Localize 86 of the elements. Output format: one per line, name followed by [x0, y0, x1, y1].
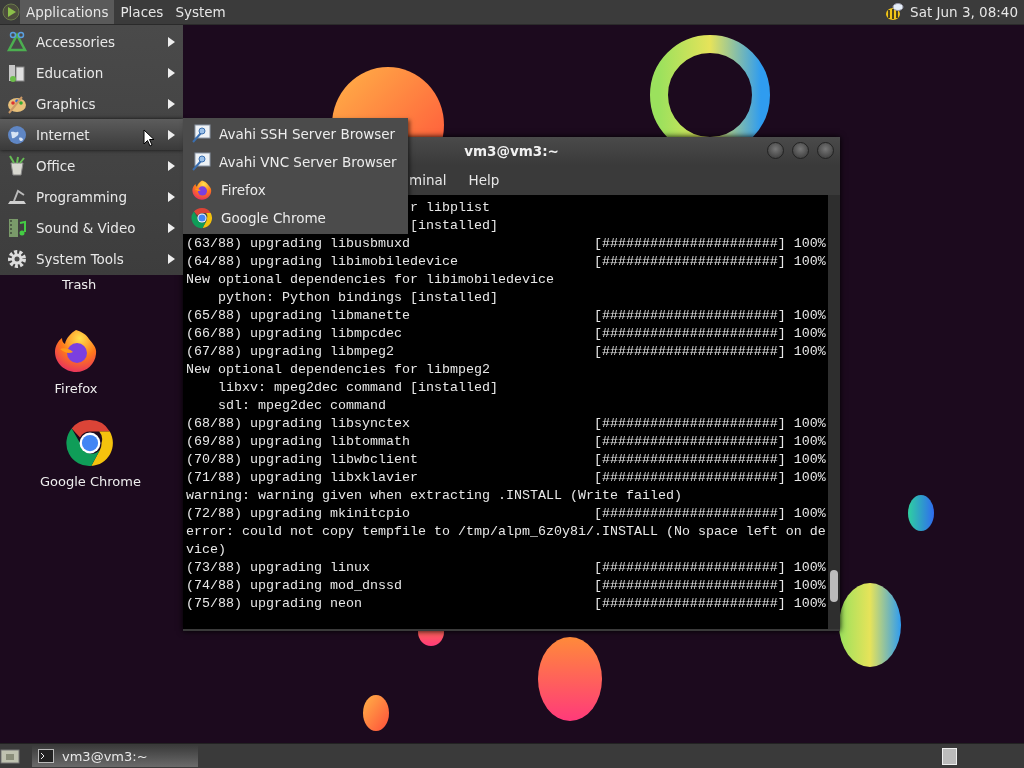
firefox-icon — [191, 179, 213, 201]
panel-menu[interactable]: Applications — [20, 0, 115, 24]
globe-icon — [6, 123, 28, 146]
menu-item[interactable]: Internet — [0, 119, 183, 150]
terminal-text: (68/88) upgrading libsynctex — [186, 415, 411, 433]
terminal-text: python: Python bindings [installed] — [217, 289, 498, 307]
terminal-text: libxv: mpeg2dec command [installed] — [217, 379, 498, 397]
terminal-text: (73/88) upgrading linux — [186, 559, 371, 577]
terminal-icon — [38, 749, 54, 763]
terminal-text: r libplist — [409, 199, 490, 217]
window-button[interactable] — [767, 142, 784, 159]
taskbar-button[interactable]: vm3@vm3:~ — [32, 745, 198, 767]
tools-icon — [6, 30, 28, 53]
submenu-arrow-icon — [168, 98, 175, 109]
submenu-arrow-icon — [168, 191, 175, 202]
progress-text: [######################] 100% — [593, 325, 826, 343]
terminal-text: (63/88) upgrading libusbmuxd — [186, 235, 411, 253]
menu-item[interactable]: Education — [0, 57, 183, 88]
progress-text: [######################] 100% — [593, 253, 826, 271]
terminal-text: (65/88) upgrading libmanette — [186, 307, 411, 325]
terminal-text: (64/88) upgrading libimobiledevice — [186, 253, 459, 271]
window-button[interactable] — [792, 142, 809, 159]
mouse-pointer-icon — [143, 129, 155, 147]
terminal-text: (69/88) upgrading libtommath — [186, 433, 411, 451]
progress-text: [######################] 100% — [593, 595, 826, 613]
show-desktop-icon[interactable] — [0, 747, 20, 765]
submenu-arrow-icon — [168, 160, 175, 171]
progress-text: [######################] 100% — [593, 505, 826, 523]
terminal-text: New optional dependencies for libmpeg2 — [186, 361, 490, 379]
terminal-text: sdl: mpeg2dec command — [217, 397, 386, 415]
terminal-text: error: could not copy tempfile to /tmp/alpm_6z0y8i/.INSTALL (No space left on device) — [186, 523, 826, 559]
panel-menu[interactable]: System — [169, 0, 232, 24]
terminal-text: (72/88) upgrading mkinitcpio — [186, 505, 411, 523]
progress-text: [######################] 100% — [593, 451, 826, 469]
menu-item[interactable]: System Tools — [0, 243, 183, 274]
menu-item[interactable]: Firefox — [183, 176, 408, 204]
submenu-arrow-icon — [168, 129, 175, 140]
terminal-text: (71/88) upgrading libxklavier — [186, 469, 419, 487]
terminal-text: New optional dependencies for libimobiledevice — [186, 271, 554, 289]
progress-text: [######################] 100% — [593, 415, 826, 433]
terminal-text: (74/88) upgrading mod_dnssd — [186, 577, 403, 595]
terminal-menu[interactable]: Help — [468, 172, 500, 188]
terminal-text: (66/88) upgrading libmpcdec — [186, 325, 403, 343]
workspace-switcher[interactable] — [942, 747, 957, 765]
terminal-text: (67/88) upgrading libmpeg2 — [186, 343, 395, 361]
screen-icon — [191, 124, 211, 144]
window-button[interactable] — [817, 142, 834, 159]
menu-item[interactable]: Avahi SSH Server Browser — [183, 120, 408, 148]
menu-item[interactable]: Programming — [0, 181, 183, 212]
menu-item[interactable]: Sound & Video — [0, 212, 183, 243]
window-title: vm3@vm3:~ — [464, 143, 559, 159]
submenu-arrow-icon — [168, 253, 175, 264]
gear-icon — [6, 247, 28, 270]
submenu-arrow-icon — [168, 222, 175, 233]
desktop-icon-label[interactable]: Google Chrome — [40, 474, 141, 489]
cup-icon — [6, 154, 28, 177]
terminal-text: [installed] — [409, 217, 498, 235]
progress-text: [######################] 100% — [593, 235, 826, 253]
clock[interactable]: Sat Jun 3, 08:40 — [906, 4, 1024, 20]
progress-text: [######################] 100% — [593, 577, 826, 595]
submenu-arrow-icon — [168, 36, 175, 47]
panel-menu[interactable]: Places — [114, 0, 170, 24]
menu-item[interactable]: Google Chrome — [183, 204, 408, 232]
submenu-arrow-icon — [168, 67, 175, 78]
progress-text: [######################] 100% — [593, 469, 826, 487]
desktop-icon-label[interactable]: Trash — [62, 277, 97, 292]
terminal-text: (75/88) upgrading neon — [186, 595, 363, 613]
chrome-icon — [191, 207, 213, 229]
progress-text: [######################] 100% — [593, 433, 826, 451]
terminal-text: warning: warning given when extracting .INSTALL (Write failed) — [186, 487, 682, 505]
logo-icon — [2, 3, 20, 21]
chrome-icon — [65, 418, 116, 468]
menu-item[interactable]: Office — [0, 150, 183, 181]
terminal-menu[interactable]: minal — [409, 172, 447, 188]
progress-text: [######################] 100% — [593, 307, 826, 325]
film-icon — [6, 216, 28, 239]
terminal-text: (70/88) upgrading libwbclient — [186, 451, 419, 469]
scroll-thumb[interactable] — [830, 570, 838, 602]
screen-icon — [191, 152, 211, 172]
menu-item[interactable]: Accessories — [0, 26, 183, 57]
menu-item[interactable]: Graphics — [0, 88, 183, 119]
scrollbar[interactable] — [828, 195, 840, 629]
desktop-icon-label[interactable]: Firefox — [54, 381, 98, 396]
progress-text: [######################] 100% — [593, 343, 826, 361]
menu-item[interactable]: Avahi VNC Server Browser — [183, 148, 408, 176]
progress-text: [######################] 100% — [593, 559, 826, 577]
